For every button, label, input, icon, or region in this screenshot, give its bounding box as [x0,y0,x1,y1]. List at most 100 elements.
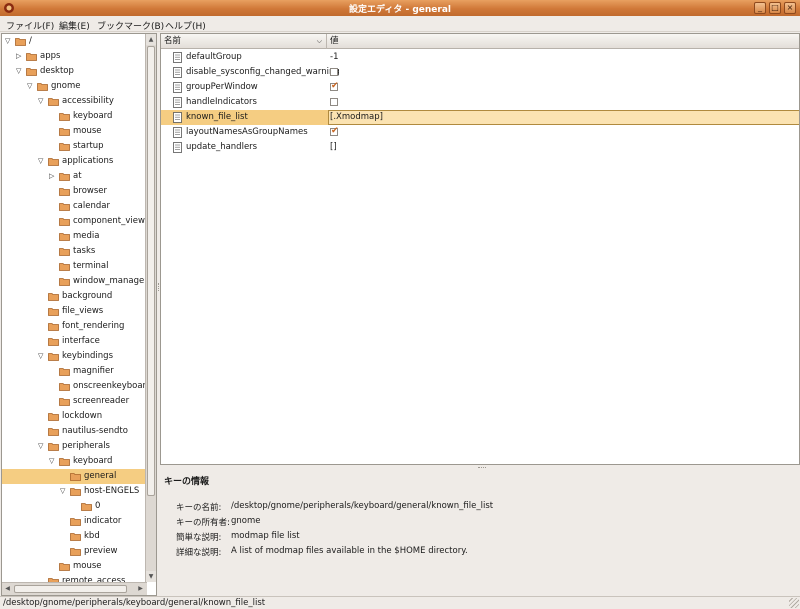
scroll-down-arrow-icon[interactable]: ▼ [146,571,156,582]
key-row[interactable]: update_handlers [] [161,140,799,155]
expander-open-icon[interactable]: ▽ [60,488,67,495]
tree-item[interactable]: mouse [2,124,146,139]
key-value-checkbox[interactable] [330,98,338,106]
folder-icon [59,128,70,136]
key-row[interactable]: known_file_list [.Xmodmap] [161,110,799,125]
tree-item-label: keybindings [62,351,113,361]
tree-vertical-scrollbar[interactable]: ▲ ▼ [145,34,156,582]
tree-item-label: component_viewer [73,216,154,226]
key-row[interactable]: defaultGroup -1 [161,50,799,65]
tree-hscroll-thumb[interactable] [14,585,127,593]
expander-open-icon[interactable]: ▽ [16,68,23,75]
tree-item[interactable]: background [2,289,146,304]
expander-open-icon[interactable]: ▽ [5,38,12,45]
tree-item[interactable]: general [2,469,146,484]
close-button[interactable]: × [784,2,796,14]
tree-item[interactable]: nautilus-sendto [2,424,146,439]
tree-item[interactable]: magnifier [2,364,146,379]
menu-help[interactable]: ヘルプ(H) [165,19,206,32]
scroll-left-arrow-icon[interactable]: ◀ [2,584,13,594]
key-value-checkbox[interactable]: ✔ [330,126,339,136]
expander-closed-icon[interactable]: ▷ [16,53,23,60]
tree-item[interactable]: mouse [2,559,146,574]
tree-item[interactable]: ▽ applications [2,154,146,169]
key-owner-value: gnome [231,516,261,526]
key-row[interactable]: disable_sysconfig_changed_warning [161,65,799,80]
tree-item-label: host-ENGELS [84,486,140,496]
tree-scroll-thumb[interactable] [147,46,155,496]
tree-item[interactable]: 0 [2,499,146,514]
expander-closed-icon[interactable]: ▷ [49,173,56,180]
expander-open-icon[interactable]: ▽ [38,443,45,450]
tree-item-label: background [62,291,113,301]
scroll-up-arrow-icon[interactable]: ▲ [146,34,156,45]
tree-item[interactable]: ▽ keybindings [2,349,146,364]
key-value[interactable]: [] [330,140,337,155]
tree-item[interactable]: lockdown [2,409,146,424]
expander-open-icon[interactable]: ▽ [38,158,45,165]
key-document-icon [173,67,182,78]
directory-tree[interactable]: ▽ / ▷ apps ▽ desktop ▽ gnome ▽ accessibility keybo… [1,33,157,596]
maximize-button[interactable]: □ [769,2,781,14]
window-title: 設定エディタ - general [348,5,452,15]
tree-item[interactable]: interface [2,334,146,349]
resize-grip-icon[interactable] [789,598,799,608]
tree-item[interactable]: ▽ desktop [2,64,146,79]
title-bar[interactable]: 設定エディタ - general _ □ × [0,0,800,16]
folder-icon [59,233,70,241]
tree-item[interactable]: window_manager [2,274,148,289]
tree-item[interactable]: browser [2,184,146,199]
menu-file[interactable]: ファイル(F) [6,19,54,32]
tree-item[interactable]: ▽ keyboard [2,454,146,469]
column-header-value[interactable]: 値 [327,34,799,49]
tree-horizontal-scrollbar[interactable]: ◀ ▶ [2,582,147,595]
expander-open-icon[interactable]: ▽ [38,353,45,360]
key-row[interactable]: groupPerWindow ✔ [161,80,799,95]
tree-item[interactable]: component_viewer [2,214,154,229]
tree-item[interactable]: onscreenkeyboard [2,379,151,394]
expander-open-icon[interactable]: ▽ [49,458,56,465]
tree-item[interactable]: ▷ at [2,169,146,184]
value-edit-field[interactable] [328,110,799,125]
minimize-button[interactable]: _ [754,2,766,14]
folder-icon [81,503,92,511]
tree-item[interactable]: ▷ apps [2,49,146,64]
tree-item[interactable]: ▽ / [2,34,146,49]
tree-item[interactable]: ▽ accessibility [2,94,146,109]
column-header-name[interactable]: 名前 ⌵ [161,34,327,49]
tree-item-label: accessibility [62,96,114,106]
scroll-right-arrow-icon[interactable]: ▶ [135,584,146,594]
menu-bookmarks[interactable]: ブックマーク(B) [97,19,164,32]
tree-item[interactable]: screenreader [2,394,146,409]
key-row[interactable]: layoutNamesAsGroupNames ✔ [161,125,799,140]
tree-item[interactable]: startup [2,139,146,154]
tree-item-label: interface [62,336,100,346]
tree-item[interactable]: keyboard [2,109,146,124]
tree-item[interactable]: file_views [2,304,146,319]
key-name: known_file_list [186,112,248,122]
tree-item[interactable]: tasks [2,244,146,259]
key-value-checkbox[interactable] [330,68,338,76]
key-row[interactable]: handleIndicators [161,95,799,110]
tree-item[interactable]: ▽ peripherals [2,439,146,454]
key-value[interactable]: -1 [330,50,338,65]
menu-edit[interactable]: 編集(E) [59,19,90,32]
tree-item[interactable]: calendar [2,199,146,214]
tree-item[interactable]: ▽ gnome [2,79,146,94]
key-value-checkbox[interactable]: ✔ [330,81,339,91]
key-name: update_handlers [186,142,258,152]
tree-item[interactable]: font_rendering [2,319,146,334]
tree-item[interactable]: preview [2,544,146,559]
tree-item[interactable]: terminal [2,259,146,274]
key-name: defaultGroup [186,52,242,62]
folder-open-icon [59,458,70,466]
tree-item[interactable]: media [2,229,146,244]
tree-item[interactable]: kbd [2,529,146,544]
expander-open-icon[interactable]: ▽ [38,98,45,105]
tree-item[interactable]: ▽ host-ENGELS [2,484,146,499]
expander-open-icon[interactable]: ▽ [27,83,34,90]
key-list[interactable]: 名前 ⌵ 値 defaultGroup -1 disable_sysconfig_c… [160,33,800,465]
folder-open-icon [48,443,59,451]
key-value[interactable]: [.Xmodmap] [330,110,383,125]
tree-item[interactable]: indicator [2,514,146,529]
